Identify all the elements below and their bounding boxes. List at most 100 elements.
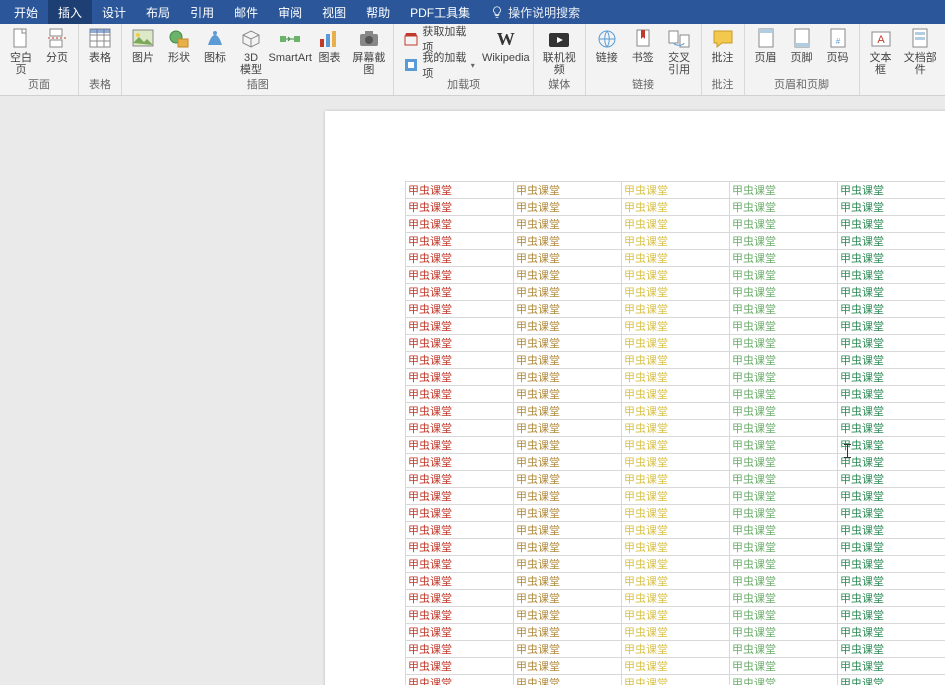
tab-design[interactable]: 设计	[92, 0, 136, 24]
table-cell[interactable]: 甲虫课堂	[730, 386, 838, 403]
table-cell[interactable]: 甲虫课堂	[622, 437, 730, 454]
get-addins-button[interactable]: 获取加载项	[400, 30, 478, 48]
table-cell[interactable]: 甲虫课堂	[730, 199, 838, 216]
table-cell[interactable]: 甲虫课堂	[622, 488, 730, 505]
table-cell[interactable]: 甲虫课堂	[838, 522, 945, 539]
table-cell[interactable]: 甲虫课堂	[406, 233, 514, 250]
table-cell[interactable]: 甲虫课堂	[838, 573, 945, 590]
table-cell[interactable]: 甲虫课堂	[406, 454, 514, 471]
table-cell[interactable]: 甲虫课堂	[406, 420, 514, 437]
table-cell[interactable]: 甲虫课堂	[622, 675, 730, 685]
table-cell[interactable]: 甲虫课堂	[514, 216, 622, 233]
table-cell[interactable]: 甲虫课堂	[514, 590, 622, 607]
table-cell[interactable]: 甲虫课堂	[514, 539, 622, 556]
table-cell[interactable]: 甲虫课堂	[730, 454, 838, 471]
table-cell[interactable]: 甲虫课堂	[406, 556, 514, 573]
picture-button[interactable]: 图片	[128, 26, 158, 64]
screenshot-button[interactable]: 屏幕截图	[350, 26, 387, 76]
link-button[interactable]: 链接	[592, 26, 622, 64]
table-cell[interactable]: 甲虫课堂	[622, 590, 730, 607]
table-cell[interactable]: 甲虫课堂	[730, 216, 838, 233]
table-cell[interactable]: 甲虫课堂	[730, 624, 838, 641]
tab-review[interactable]: 审阅	[268, 0, 312, 24]
table-cell[interactable]: 甲虫课堂	[622, 403, 730, 420]
table-cell[interactable]: 甲虫课堂	[622, 420, 730, 437]
page-break-button[interactable]: 分页	[42, 26, 72, 64]
table-cell[interactable]: 甲虫课堂	[406, 318, 514, 335]
table-cell[interactable]: 甲虫课堂	[622, 250, 730, 267]
table-cell[interactable]: 甲虫课堂	[838, 335, 945, 352]
table-cell[interactable]: 甲虫课堂	[622, 216, 730, 233]
table-cell[interactable]: 甲虫课堂	[406, 539, 514, 556]
tab-insert[interactable]: 插入	[48, 0, 92, 24]
table-cell[interactable]: 甲虫课堂	[838, 369, 945, 386]
tab-references[interactable]: 引用	[180, 0, 224, 24]
model3d-button[interactable]: 3D 模型	[236, 26, 266, 76]
table-cell[interactable]: 甲虫课堂	[730, 522, 838, 539]
shapes-button[interactable]: 形状	[164, 26, 194, 64]
table-cell[interactable]: 甲虫课堂	[406, 216, 514, 233]
tab-layout[interactable]: 布局	[136, 0, 180, 24]
table-cell[interactable]: 甲虫课堂	[730, 352, 838, 369]
chart-button[interactable]: 图表	[314, 26, 344, 64]
table-cell[interactable]: 甲虫课堂	[838, 233, 945, 250]
table-cell[interactable]: 甲虫课堂	[838, 437, 945, 454]
table-cell[interactable]: 甲虫课堂	[730, 590, 838, 607]
table-cell[interactable]: 甲虫课堂	[838, 403, 945, 420]
table-cell[interactable]: 甲虫课堂	[514, 573, 622, 590]
table-cell[interactable]: 甲虫课堂	[406, 624, 514, 641]
blank-page-button[interactable]: 空白页	[6, 26, 36, 76]
table-cell[interactable]: 甲虫课堂	[622, 335, 730, 352]
table-cell[interactable]: 甲虫课堂	[622, 284, 730, 301]
table-cell[interactable]: 甲虫课堂	[406, 386, 514, 403]
crossref-button[interactable]: 交叉引用	[664, 26, 695, 76]
bookmark-button[interactable]: 书签	[628, 26, 658, 64]
table-cell[interactable]: 甲虫课堂	[514, 471, 622, 488]
table-cell[interactable]: 甲虫课堂	[730, 505, 838, 522]
table-cell[interactable]: 甲虫课堂	[406, 250, 514, 267]
table-cell[interactable]: 甲虫课堂	[730, 420, 838, 437]
document-area[interactable]: 甲虫课堂甲虫课堂甲虫课堂甲虫课堂甲虫课堂甲虫课堂甲虫课堂甲虫课堂甲虫课堂甲虫课堂…	[0, 96, 945, 685]
table-cell[interactable]: 甲虫课堂	[406, 284, 514, 301]
table-cell[interactable]: 甲虫课堂	[622, 607, 730, 624]
tab-view[interactable]: 视图	[312, 0, 356, 24]
tab-start[interactable]: 开始	[4, 0, 48, 24]
table-cell[interactable]: 甲虫课堂	[622, 658, 730, 675]
table-cell[interactable]: 甲虫课堂	[838, 471, 945, 488]
table-cell[interactable]: 甲虫课堂	[406, 182, 514, 199]
table-cell[interactable]: 甲虫课堂	[838, 590, 945, 607]
table-cell[interactable]: 甲虫课堂	[838, 301, 945, 318]
table-cell[interactable]: 甲虫课堂	[514, 352, 622, 369]
table-cell[interactable]: 甲虫课堂	[514, 182, 622, 199]
tab-pdf-tools[interactable]: PDF工具集	[400, 0, 480, 24]
table-cell[interactable]: 甲虫课堂	[514, 318, 622, 335]
table-cell[interactable]: 甲虫课堂	[838, 607, 945, 624]
table-cell[interactable]: 甲虫课堂	[406, 199, 514, 216]
table-cell[interactable]: 甲虫课堂	[514, 284, 622, 301]
page-number-button[interactable]: # 页码	[823, 26, 853, 64]
table-cell[interactable]: 甲虫课堂	[838, 199, 945, 216]
table-cell[interactable]: 甲虫课堂	[514, 641, 622, 658]
docparts-button[interactable]: 文档部件	[902, 26, 940, 76]
table-cell[interactable]: 甲虫课堂	[838, 284, 945, 301]
table-cell[interactable]: 甲虫课堂	[622, 386, 730, 403]
table-cell[interactable]: 甲虫课堂	[622, 471, 730, 488]
table-cell[interactable]: 甲虫课堂	[622, 505, 730, 522]
table-cell[interactable]: 甲虫课堂	[622, 539, 730, 556]
table-cell[interactable]: 甲虫课堂	[838, 454, 945, 471]
table-cell[interactable]: 甲虫课堂	[730, 658, 838, 675]
tab-help[interactable]: 帮助	[356, 0, 400, 24]
table-cell[interactable]: 甲虫课堂	[514, 607, 622, 624]
table-cell[interactable]: 甲虫课堂	[406, 437, 514, 454]
table-cell[interactable]: 甲虫课堂	[406, 522, 514, 539]
table-cell[interactable]: 甲虫课堂	[514, 369, 622, 386]
table-cell[interactable]: 甲虫课堂	[730, 369, 838, 386]
my-addins-button[interactable]: 我的加载项 ▾	[400, 56, 478, 74]
table-cell[interactable]: 甲虫课堂	[406, 641, 514, 658]
table-cell[interactable]: 甲虫课堂	[514, 301, 622, 318]
table-cell[interactable]: 甲虫课堂	[622, 267, 730, 284]
table-cell[interactable]: 甲虫课堂	[730, 403, 838, 420]
table-cell[interactable]: 甲虫课堂	[838, 216, 945, 233]
table-cell[interactable]: 甲虫课堂	[514, 386, 622, 403]
wikipedia-button[interactable]: W Wikipedia	[485, 26, 527, 64]
